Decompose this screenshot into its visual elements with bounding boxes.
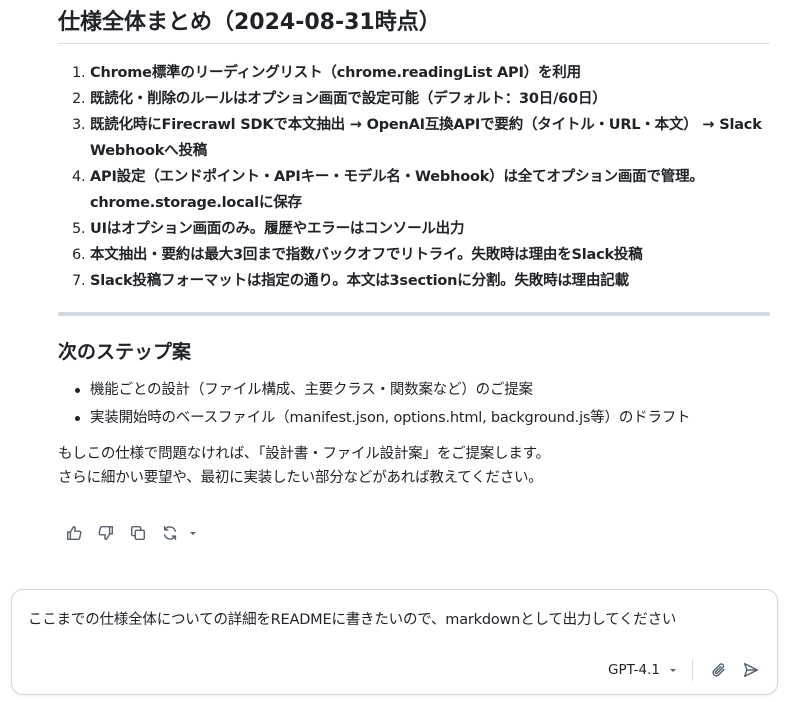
next-steps-list: 機能ごとの設計（ファイル構成、主要クラス・関数案など）のご提案 実装開始時のベー…: [58, 376, 770, 432]
closing-line: もしこの仕様で問題なければ、「設計書・ファイル設計案」をご提案します。: [58, 446, 550, 462]
retry-button[interactable]: [158, 521, 182, 545]
chat-window: 仕様全体まとめ（2024-08-31時点） Chrome標準のリーディングリスト…: [0, 0, 791, 702]
horizontal-rule: [58, 312, 770, 316]
message-input[interactable]: ここまでの仕様全体についての詳細をREADMEに書きたいので、markdownと…: [28, 608, 763, 632]
list-item: API設定（エンドポイント・APIキー・モデル名・Webhook）は全てオプショ…: [72, 164, 704, 211]
chevron-down-icon: [668, 665, 678, 675]
closing-paragraph: もしこの仕様で問題なければ、「設計書・ファイル設計案」をご提案します。 さらに細…: [58, 442, 770, 490]
composer-toolbar: GPT-4.1: [608, 658, 763, 682]
paperclip-icon: [712, 663, 725, 677]
retry-options-button[interactable]: [186, 521, 200, 545]
list-item: 機能ごとの設計（ファイル構成、主要クラス・関数案など）のご提案: [75, 376, 770, 404]
message-composer: ここまでの仕様全体についての詳細をREADMEに書きたいので、markdownと…: [11, 589, 778, 695]
thumbs-down-icon: [98, 525, 114, 541]
message-actions: [62, 521, 200, 545]
toolbar-divider: [692, 659, 693, 681]
model-picker[interactable]: GPT-4.1: [608, 662, 678, 678]
model-name: GPT-4.1: [608, 662, 660, 678]
list-item: 実装開始時のベースファイル（manifest.json, options.htm…: [75, 404, 770, 432]
spec-list: Chrome標準のリーディングリスト（chrome.readingList AP…: [58, 44, 770, 294]
assistant-message: 仕様全体まとめ（2024-08-31時点） Chrome標準のリーディングリスト…: [58, 0, 770, 490]
copy-button[interactable]: [126, 521, 150, 545]
list-item: 既読化・削除のルールはオプション画面で設定可能（デフォルト：30日/60日）: [72, 86, 607, 112]
retry-icon: [163, 525, 177, 541]
attach-button[interactable]: [707, 658, 731, 682]
thumbs-up-button[interactable]: [62, 521, 86, 545]
next-steps-heading: 次のステップ案: [58, 341, 192, 363]
list-item: UIはオプション画面のみ。履歴やエラーはコンソール出力: [72, 216, 465, 242]
copy-icon: [130, 525, 146, 541]
closing-line: さらに細かい要望や、最初に実装したい部分などがあれば教えてください。: [58, 470, 543, 486]
list-item: 本文抽出・要約は最大3回まで指数バックオフでリトライ。失敗時は理由をSlack投…: [72, 242, 643, 268]
thumbs-down-button[interactable]: [94, 521, 118, 545]
list-item: Chrome標準のリーディングリスト（chrome.readingList AP…: [72, 60, 581, 86]
list-item: 既読化時にFirecrawl SDKで本文抽出 → OpenAI互換APIで要約…: [72, 112, 762, 159]
thumbs-up-icon: [66, 525, 82, 541]
list-item: Slack投稿フォーマットは指定の通り。本文は3sectionに分割。失敗時は理…: [72, 268, 629, 294]
summary-heading: 仕様全体まとめ（2024-08-31時点）: [58, 0, 770, 44]
chevron-down-icon: [190, 532, 196, 535]
send-button[interactable]: [739, 658, 763, 682]
send-icon: [743, 662, 759, 678]
